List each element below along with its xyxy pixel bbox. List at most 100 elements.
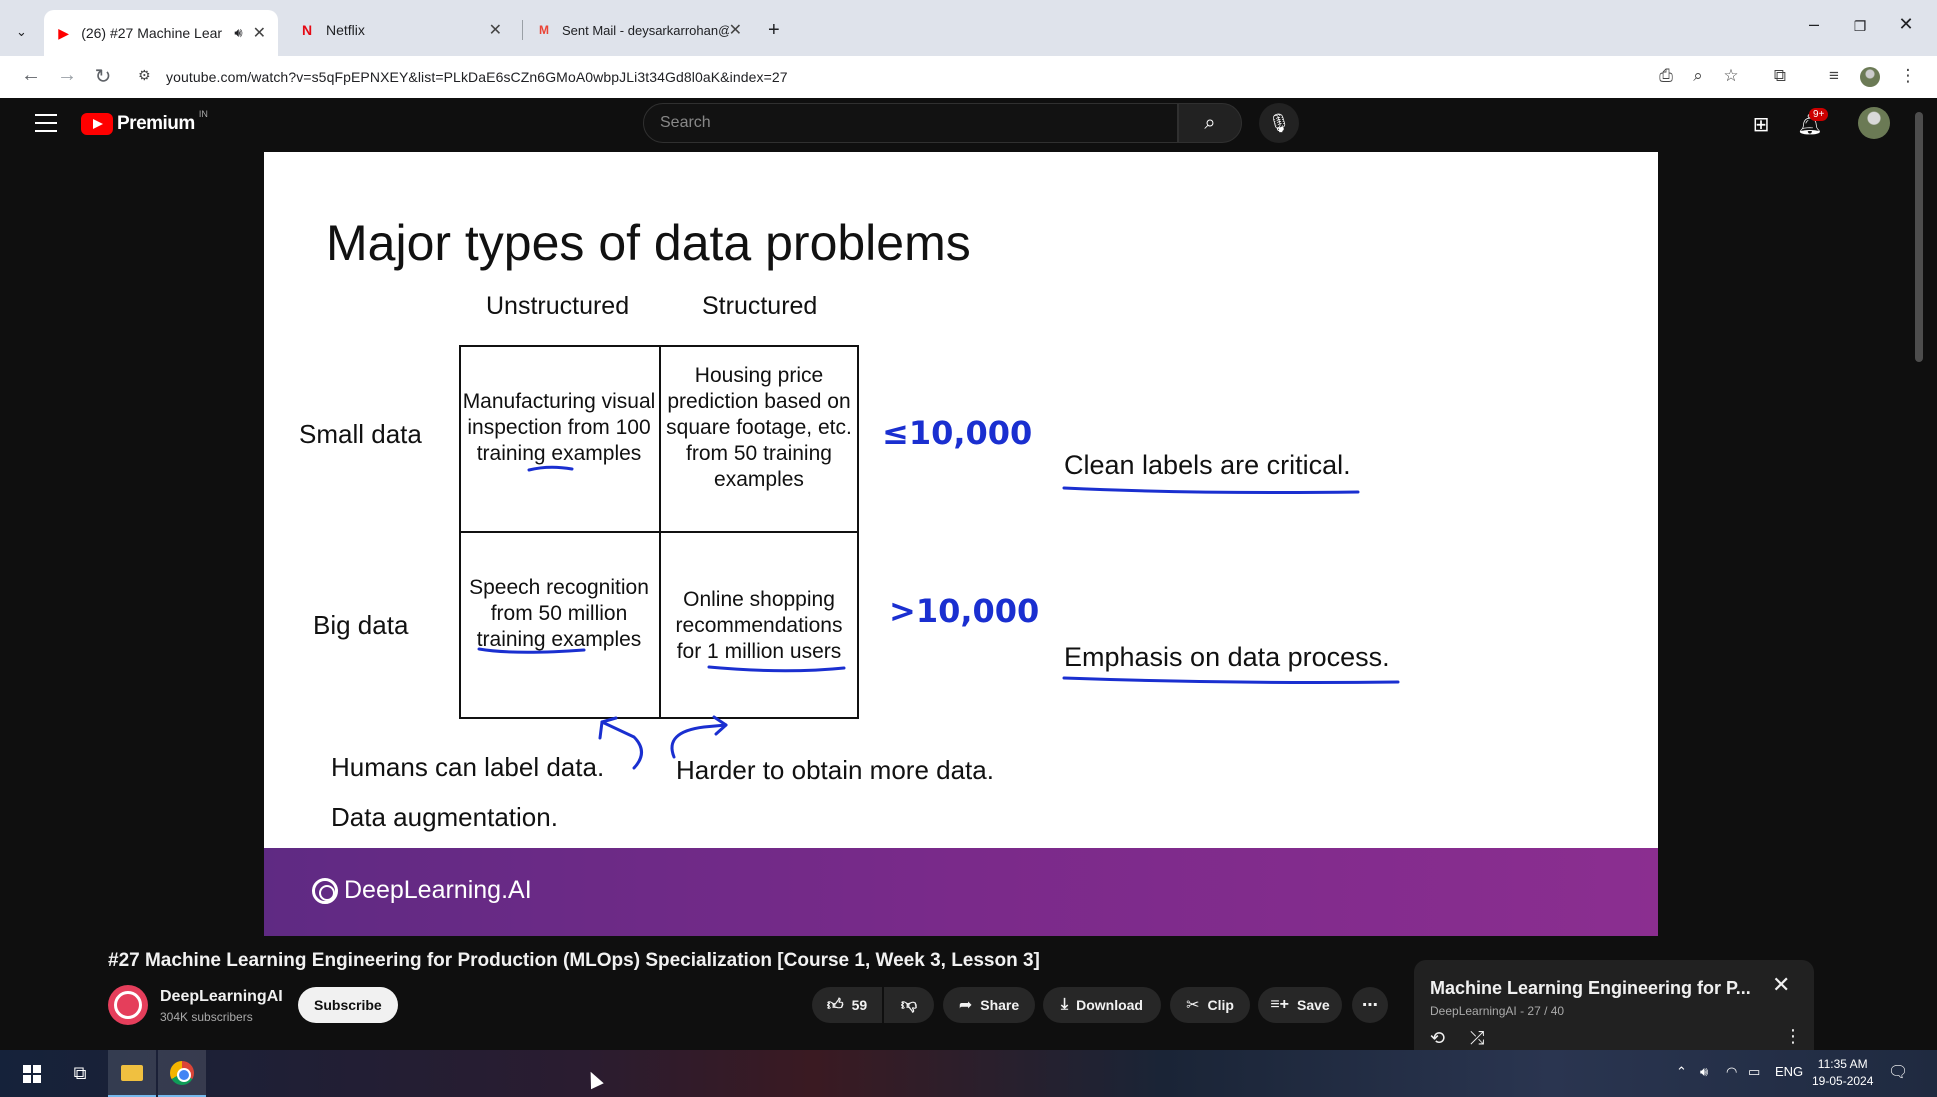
create-video-icon[interactable]: ⊞ xyxy=(1746,112,1776,137)
voice-search-button[interactable]: 🎙︎ xyxy=(1259,103,1299,143)
browser-window: ⌄ ▶ (26) #27 Machine Learning 🔊︎ ✕ N Net… xyxy=(0,0,1937,1097)
wifi-icon[interactable]: ◠ xyxy=(1726,1064,1737,1080)
logo-text: Premium xyxy=(117,113,195,134)
playlist-meta: DeepLearningAI - 27 / 40 xyxy=(1430,1004,1565,1018)
close-window-button[interactable]: ✕ xyxy=(1886,14,1926,35)
deeplearning-ai-logo: DeepLearning.AI xyxy=(312,876,532,905)
youtube-header: Premium IN ⌕ 🎙︎ ⊞ 🔔︎ 9+ xyxy=(9,98,1937,156)
microphone-icon: 🎙︎ xyxy=(1267,112,1291,133)
task-view-button[interactable]: ⧉ xyxy=(56,1050,104,1097)
thumbs-down-icon: 👎︎ xyxy=(900,996,918,1014)
tray-expand-icon[interactable]: ⌃ xyxy=(1676,1064,1687,1080)
deeplearning-logo-icon xyxy=(312,877,338,904)
thumbs-up-icon: 👍︎ xyxy=(826,996,844,1014)
clock-date: 19-05-2024 xyxy=(1812,1074,1874,1088)
ink-annotations xyxy=(477,465,1400,770)
minimize-button[interactable]: – xyxy=(1794,14,1834,35)
underline-clean-labels xyxy=(1062,486,1360,494)
browser-toolbar: ← → ↻ ⚙ youtube.com/watch?v=s5qFpEPNXEY&… xyxy=(0,56,1937,98)
loop-icon[interactable]: ⟲ xyxy=(1430,1028,1445,1049)
profile-avatar[interactable] xyxy=(1860,67,1880,87)
scissors-icon: ✂ xyxy=(1186,997,1200,1014)
page-scrollbar[interactable] xyxy=(1912,110,1926,1045)
chrome-icon xyxy=(170,1060,194,1085)
tab-strip: ⌄ ▶ (26) #27 Machine Learning 🔊︎ ✕ N Net… xyxy=(0,0,1937,56)
menu-icon[interactable] xyxy=(35,114,57,132)
tab-title: (26) #27 Machine Learning xyxy=(81,25,223,41)
notifications-icon[interactable]: 🗨︎ xyxy=(1888,1062,1908,1082)
back-button[interactable]: ← xyxy=(18,64,44,87)
like-button[interactable]: 👍︎ 59 xyxy=(812,987,882,1023)
install-app-icon[interactable]: ⎙ xyxy=(1654,66,1678,86)
search-icon: ⌕ xyxy=(1204,111,1216,134)
tab-title: Sent Mail - deysarkarrohan@gm xyxy=(562,22,729,38)
gmail-icon: M xyxy=(539,23,549,37)
channel-name[interactable]: DeepLearningAI xyxy=(160,988,283,1006)
clock[interactable]: 11:35 AM 19-05-2024 xyxy=(1812,1056,1873,1090)
tab-search-button[interactable]: ⌄ xyxy=(4,14,40,50)
notification-badge: 9+ xyxy=(1809,108,1829,121)
new-tab-button[interactable]: + xyxy=(762,12,792,48)
tab-divider xyxy=(522,20,523,40)
dislike-button[interactable]: 👎︎ xyxy=(884,987,934,1023)
chrome-taskbar-button[interactable] xyxy=(158,1050,206,1097)
download-icon: ⤓ xyxy=(1061,996,1069,1013)
more-horizontal-icon: ⋯ xyxy=(1362,997,1378,1014)
tab-netflix[interactable]: N Netflix ✕ xyxy=(286,12,514,48)
bookmark-star-icon[interactable]: ☆ xyxy=(1719,66,1743,86)
battery-icon[interactable]: ▭ xyxy=(1748,1064,1760,1080)
close-icon[interactable]: ✕ xyxy=(1772,972,1790,998)
subscriber-count: 304K subscribers xyxy=(160,1010,253,1024)
close-tab-icon[interactable]: ✕ xyxy=(253,23,266,43)
media-controls-icon[interactable]: ≡ xyxy=(1822,66,1846,86)
search-input[interactable] xyxy=(644,104,1177,142)
close-tab-icon[interactable]: ✕ xyxy=(489,20,502,40)
underline-50-million xyxy=(477,647,586,654)
tab-title: Netflix xyxy=(326,22,365,38)
tab-youtube[interactable]: ▶ (26) #27 Machine Learning 🔊︎ ✕ xyxy=(44,10,278,56)
restore-button[interactable]: ❐ xyxy=(1840,18,1880,35)
arrow-structured xyxy=(670,723,728,759)
more-vertical-icon[interactable]: ⋮ xyxy=(1784,1026,1802,1047)
reload-button[interactable]: ↻ xyxy=(90,64,116,89)
file-explorer-button[interactable] xyxy=(108,1050,156,1097)
url-text: youtube.com/watch?v=s5qFpEPNXEY&list=PLk… xyxy=(166,69,788,85)
account-avatar[interactable] xyxy=(1858,107,1890,139)
download-button[interactable]: ⤓ Download xyxy=(1043,987,1161,1023)
video-player[interactable]: Major types of data problems Unstructure… xyxy=(264,152,1658,936)
extensions-icon[interactable]: ⧉ xyxy=(1768,66,1792,86)
site-settings-icon[interactable]: ⚙ xyxy=(138,67,151,84)
chevron-down-icon: ⌄ xyxy=(16,24,27,39)
tab-gmail[interactable]: M Sent Mail - deysarkarrohan@gm ✕ xyxy=(524,12,754,48)
address-bar[interactable]: ⚙ youtube.com/watch?v=s5qFpEPNXEY&list=P… xyxy=(128,60,1708,94)
playlist-title[interactable]: Machine Learning Engineering for P... xyxy=(1430,978,1751,999)
more-actions-button[interactable]: ⋯ xyxy=(1352,987,1388,1023)
netflix-icon: N xyxy=(301,22,313,38)
shuffle-icon[interactable]: ⤮ xyxy=(1470,1028,1484,1049)
save-button[interactable]: ≡+ Save xyxy=(1258,987,1342,1023)
close-tab-icon[interactable]: ✕ xyxy=(729,20,742,40)
brand-text: DeepLearning.AI xyxy=(344,876,532,904)
start-button[interactable] xyxy=(8,1050,56,1097)
youtube-logo[interactable]: Premium IN xyxy=(81,109,208,135)
windows-taskbar: ⧉ ⌃ 🔊︎ ◠ ▭ ENG 11:35 AM 19-05-2024 🗨︎ xyxy=(0,1050,1937,1097)
underline-data-process xyxy=(1062,676,1400,684)
volume-icon[interactable]: 🔊︎ xyxy=(1700,1064,1708,1080)
search-button[interactable]: ⌕ xyxy=(1178,103,1242,143)
underline-1-million xyxy=(707,665,846,673)
region-code: IN xyxy=(198,109,208,119)
channel-avatar[interactable] xyxy=(108,985,148,1025)
language-indicator[interactable]: ENG xyxy=(1775,1064,1803,1079)
forward-button[interactable]: → xyxy=(54,64,80,87)
subscribe-button[interactable]: Subscribe xyxy=(298,987,398,1023)
clock-time: 11:35 AM xyxy=(1817,1057,1868,1071)
clip-button[interactable]: ✂ Clip xyxy=(1170,987,1250,1023)
speaker-icon[interactable]: 🔊︎ xyxy=(234,25,242,41)
share-button[interactable]: ➦ Share xyxy=(943,987,1035,1023)
scrollbar-thumb[interactable] xyxy=(1915,112,1923,362)
playlist-add-icon: ≡+ xyxy=(1270,996,1289,1013)
folder-icon xyxy=(121,1064,143,1081)
zoom-icon[interactable]: ⌕ xyxy=(1686,66,1710,86)
more-menu-icon[interactable]: ⋮ xyxy=(1896,66,1920,86)
plus-icon: + xyxy=(768,18,780,41)
